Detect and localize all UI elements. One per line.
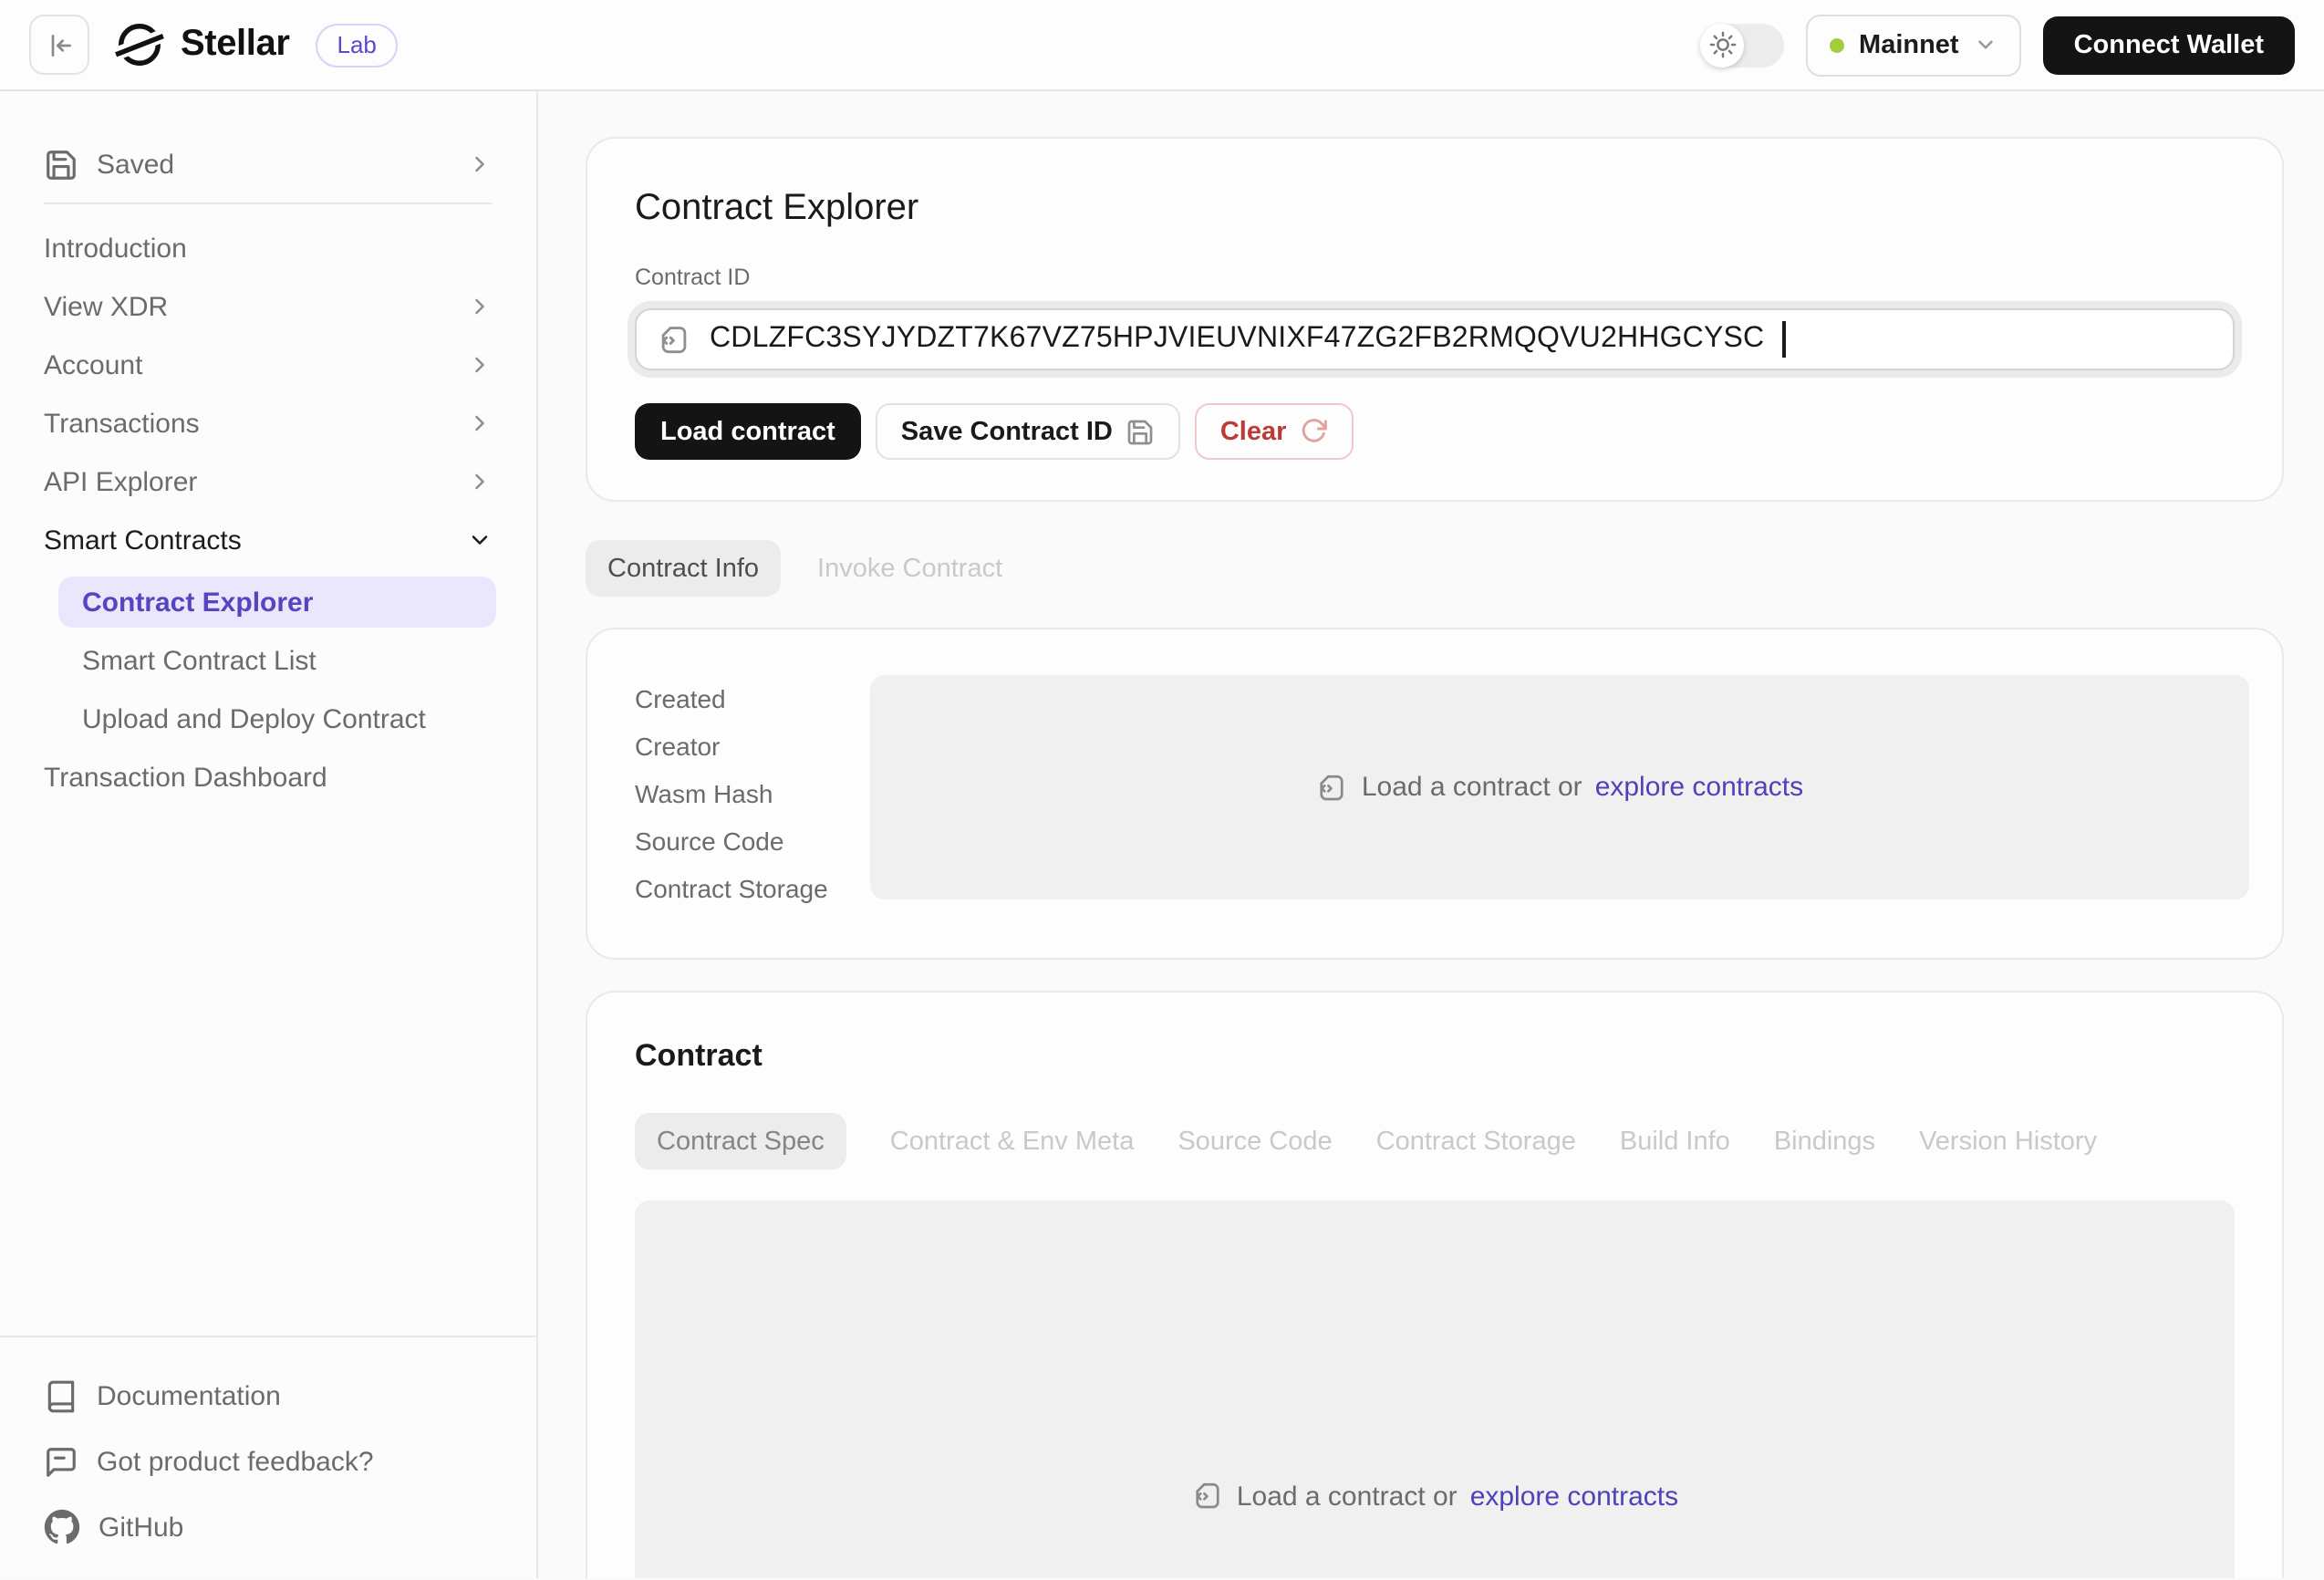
load-contract-button[interactable]: Load contract <box>635 403 861 460</box>
chevron-down-icon <box>1974 33 1997 57</box>
contract-card-title: Contract <box>635 1033 2235 1080</box>
chevron-right-icon <box>467 294 493 319</box>
sun-icon <box>1708 31 1736 58</box>
field-label-wasm-hash: Wasm Hash <box>635 770 870 817</box>
sidebar-item-upload-deploy-contract[interactable]: Upload and Deploy Contract <box>0 690 536 748</box>
github-icon <box>44 1509 80 1545</box>
text-caret <box>1782 321 1785 358</box>
save-icon <box>44 147 78 182</box>
tab-contract-spec[interactable]: Contract Spec <box>635 1113 846 1169</box>
tab-invoke-contract[interactable]: Invoke Contract <box>817 554 1002 583</box>
stellar-lab-app: Stellar Lab Mainnet Connect Wallet <box>0 0 2324 1580</box>
empty-state-text: Load a contract or <box>1237 1481 1458 1512</box>
chevron-right-icon <box>467 151 493 177</box>
chevron-right-icon <box>467 352 493 378</box>
app-header: Stellar Lab Mainnet Connect Wallet <box>0 0 2324 91</box>
contract-explorer-card: Contract Explorer Contract ID CDLZFC3SYJ… <box>586 137 2284 502</box>
sidebar-item-contract-explorer[interactable]: Contract Explorer <box>58 577 496 628</box>
contract-detail-tabs: Contract Spec Contract & Env Meta Source… <box>635 1113 2235 1169</box>
chevron-down-icon <box>467 527 493 553</box>
sidebar-item-introduction[interactable]: Introduction <box>0 219 536 277</box>
sidebar-link-documentation[interactable]: Documentation <box>0 1363 536 1429</box>
main-content: Contract Explorer Contract ID CDLZFC3SYJ… <box>538 91 2324 1578</box>
lab-badge: Lab <box>316 23 399 67</box>
chevron-right-icon <box>467 469 493 494</box>
tab-contract-info[interactable]: Contract Info <box>586 540 781 597</box>
save-contract-id-button[interactable]: Save Contract ID <box>876 403 1180 460</box>
sidebar-link-feedback[interactable]: Got product feedback? <box>0 1429 536 1494</box>
tab-build-info[interactable]: Build Info <box>1620 1127 1730 1156</box>
chat-bubble-icon <box>44 1444 78 1479</box>
info-empty-state: Load a contract or explore contracts <box>870 675 2249 899</box>
connect-wallet-button[interactable]: Connect Wallet <box>2043 16 2295 74</box>
stellar-logo[interactable]: Stellar <box>115 20 290 69</box>
contract-tabs: Contract Info Invoke Contract <box>586 540 2284 597</box>
page-title: Contract Explorer <box>635 182 2235 234</box>
theme-toggle[interactable] <box>1700 23 1784 67</box>
sidebar-link-github[interactable]: GitHub <box>0 1494 536 1560</box>
field-label-contract-storage: Contract Storage <box>635 865 870 912</box>
empty-state-text: Load a contract or <box>1362 772 1582 803</box>
sidebar-divider <box>44 203 493 204</box>
sidebar-item-account[interactable]: Account <box>0 336 536 394</box>
contract-icon <box>657 322 691 357</box>
contract-icon <box>1191 1480 1224 1512</box>
refresh-icon <box>1299 417 1328 446</box>
sidebar-item-api-explorer[interactable]: API Explorer <box>0 452 536 511</box>
contract-empty-state: Load a contract or explore contracts <box>635 1201 2235 1578</box>
field-label-source-code: Source Code <box>635 817 870 865</box>
contract-info-card: Created Creator Wasm Hash Source Code Co… <box>586 628 2284 960</box>
sidebar-footer-divider <box>0 1336 536 1337</box>
sidebar-item-transactions[interactable]: Transactions <box>0 394 536 452</box>
field-label-creator: Creator <box>635 722 870 770</box>
sidebar-item-smart-contract-list[interactable]: Smart Contract List <box>0 631 536 690</box>
sidebar-item-transaction-dashboard[interactable]: Transaction Dashboard <box>0 748 536 806</box>
sidebar-item-smart-contracts[interactable]: Smart Contracts <box>0 511 536 569</box>
network-status-dot <box>1830 37 1844 52</box>
tab-contract-env-meta[interactable]: Contract & Env Meta <box>890 1127 1135 1156</box>
explore-contracts-link[interactable]: explore contracts <box>1595 772 1803 803</box>
tab-version-history[interactable]: Version History <box>1919 1127 2097 1156</box>
field-label-created: Created <box>635 675 870 722</box>
network-selector[interactable]: Mainnet <box>1806 14 2021 76</box>
tab-contract-storage[interactable]: Contract Storage <box>1376 1127 1576 1156</box>
explore-contracts-link[interactable]: explore contracts <box>1470 1481 1678 1512</box>
contract-id-input[interactable]: CDLZFC3SYJYDZT7K67VZ75HPJVIEUVNIXF47ZG2F… <box>635 308 2235 370</box>
clear-button[interactable]: Clear <box>1195 403 1354 460</box>
contract-card: Contract Contract Spec Contract & Env Me… <box>586 991 2284 1578</box>
network-label: Mainnet <box>1859 30 1959 59</box>
collapse-sidebar-icon <box>45 30 74 59</box>
sidebar: Saved Introduction View XDR Account Tran… <box>0 91 538 1578</box>
save-icon <box>1126 417 1155 446</box>
chevron-right-icon <box>467 411 493 436</box>
sidebar-item-view-xdr[interactable]: View XDR <box>0 277 536 336</box>
contract-icon <box>1316 771 1349 804</box>
contract-id-label: Contract ID <box>635 263 2235 292</box>
sidebar-item-label: Saved <box>97 149 449 180</box>
stellar-logo-icon <box>115 20 164 69</box>
collapse-sidebar-button[interactable] <box>29 15 89 75</box>
tab-source-code[interactable]: Source Code <box>1178 1127 1332 1156</box>
sidebar-item-saved[interactable]: Saved <box>0 131 536 197</box>
contract-id-value: CDLZFC3SYJYDZT7K67VZ75HPJVIEUVNIXF47ZG2F… <box>710 323 1764 356</box>
tab-bindings[interactable]: Bindings <box>1774 1127 1875 1156</box>
book-icon <box>44 1378 78 1413</box>
brand-name: Stellar <box>181 24 290 66</box>
